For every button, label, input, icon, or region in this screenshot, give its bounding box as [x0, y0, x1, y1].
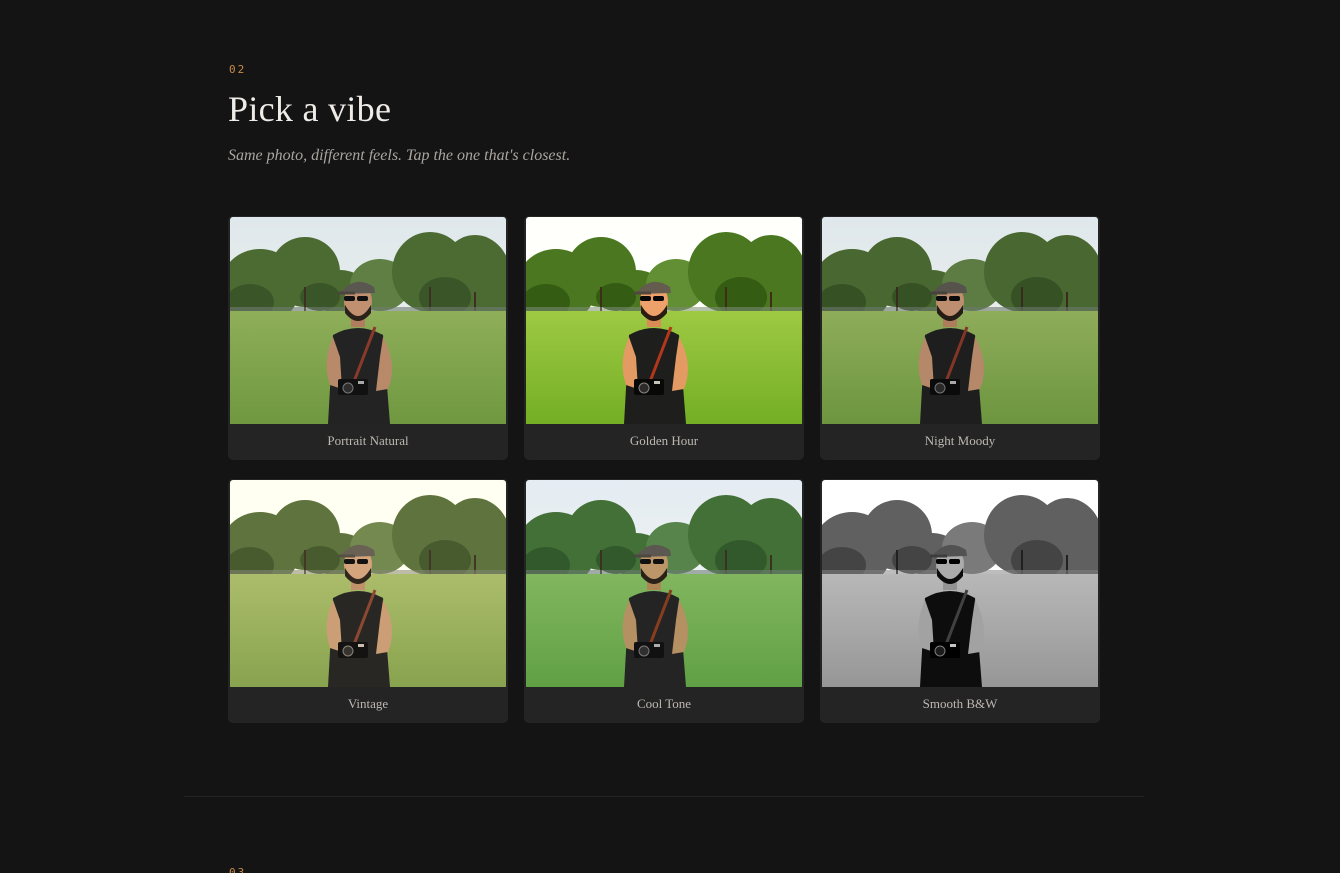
step-number: 02 — [229, 63, 247, 76]
vibe-card-label: Night Moody — [924, 433, 996, 448]
vibe-card-smooth-bw[interactable]: Smooth B&W — [820, 479, 1100, 723]
vibe-card-cool-tone[interactable]: Cool Tone — [524, 479, 804, 723]
vibe-card-golden-hour[interactable]: Golden Hour — [524, 216, 804, 460]
section-title: Pick a vibe — [228, 89, 392, 129]
vibe-card-label: Cool Tone — [636, 696, 692, 711]
vibe-card-label: Vintage — [347, 696, 389, 711]
vibe-preview-image — [230, 480, 506, 687]
vibe-preview-image — [230, 217, 506, 424]
next-step-number: 03 — [229, 866, 247, 873]
vibe-grid: Portrait Natural Golden Hour Night Moody… — [228, 216, 1101, 723]
vibe-preview-image — [822, 217, 1098, 424]
vibe-preview-image — [822, 480, 1098, 687]
vibe-card-night-moody[interactable]: Night Moody — [820, 216, 1100, 460]
vibe-preview-image — [526, 217, 802, 424]
vibe-preview-image — [526, 480, 802, 687]
vibe-card-label: Portrait Natural — [327, 433, 409, 448]
vibe-card-portrait-natural[interactable]: Portrait Natural — [228, 216, 508, 460]
vibe-card-label: Golden Hour — [629, 433, 699, 448]
section-divider — [184, 796, 1144, 797]
vibe-card-label: Smooth B&W — [922, 696, 998, 711]
section-subtitle: Same photo, different feels. Tap the one… — [228, 147, 571, 164]
vibe-card-vintage[interactable]: Vintage — [228, 479, 508, 723]
vibe-section: 02 Pick a vibe Same photo, different fee… — [0, 0, 1340, 873]
